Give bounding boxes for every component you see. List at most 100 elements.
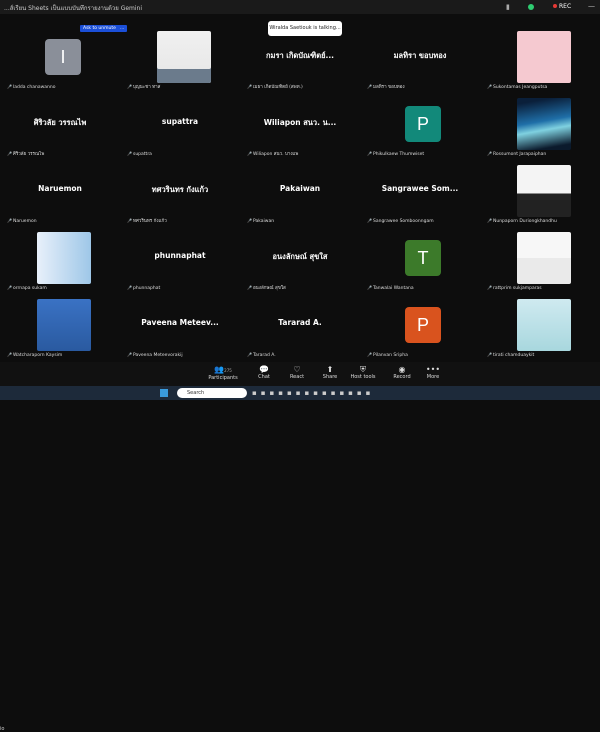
recording-indicator[interactable]: REC (553, 3, 571, 10)
participant-name: supattra (161, 117, 199, 126)
participant-label: Sangrawee Somboonngam (367, 218, 434, 224)
participant-name: ศิริวลัย วรรณไพ (33, 118, 87, 127)
participant-name: Sangrawee Som... (381, 184, 459, 193)
os-taskbar: Search ▪▪▪▪▪▪▪▪▪▪▪▪▪▪ (0, 386, 600, 400)
participant-label: บุญนะชา ทาส (127, 83, 160, 90)
participant-tile[interactable]: Nunpaporn Duriongkhandhu (480, 160, 600, 227)
more-icon: ••• (425, 365, 441, 374)
participant-label: Naruemon (7, 218, 37, 224)
participant-label: ศิริวลัย วรรณไพ (7, 150, 44, 157)
participant-label: Nunpaporn Duriongkhandhu (487, 218, 557, 224)
uniform-photo (517, 232, 571, 284)
taskbar-search[interactable]: Search (177, 388, 247, 398)
participant-label: Paveena Meteevorakij (127, 352, 183, 358)
participant-label: Pilanvan Sripha (367, 352, 408, 358)
participant-name: Wiliapon สนว. น... (263, 118, 337, 127)
shield-icon: ⛨ (360, 365, 366, 374)
banner-photo (37, 232, 91, 284)
window-minimize-icon[interactable]: — (588, 2, 595, 10)
woman2-photo (37, 299, 91, 351)
windows-start-icon[interactable] (160, 389, 168, 397)
video-grid: Iladda chanawanno บุญนะชา ทาส กมรา เกิดบัณ… (0, 26, 600, 362)
participant-label: มลทิรา ขอบทอง (367, 83, 405, 90)
audio-label[interactable]: io (0, 726, 4, 732)
share-button[interactable]: ⬆ Share (312, 365, 348, 380)
participant-label: Sukontamas Jeangputsa (487, 84, 547, 90)
participant-tile[interactable]: Naruemon Naruemon (0, 160, 120, 227)
participant-label: Tararad A. (247, 352, 276, 358)
title-bar: ...ส์เรียน Sheets เป็นแบบบันทึกรายงานด้ว… (0, 0, 600, 14)
participant-tile[interactable]: Wiliapon สนว. น... Wiliapon สนว. บางแพ (240, 93, 360, 160)
participant-label: Phikulkaew Thumwiset (367, 151, 424, 157)
participant-name: กมรา เกิดบัณฑิตย์... (265, 51, 335, 60)
participant-name: ทศวรินทร กังแก้ว (151, 185, 209, 194)
participant-tile[interactable]: Tararad A. Tararad A. (240, 294, 360, 361)
participant-tile[interactable]: Pakaiwan Pakaiwan (240, 160, 360, 227)
react-button[interactable]: ♡ React (279, 365, 315, 380)
man-photo (157, 31, 211, 83)
participant-label: Pakaiwan (247, 218, 274, 224)
participant-label: Tanwalai Wantana (367, 285, 414, 291)
participant-label: supattra (127, 151, 152, 157)
participant-label: อนงลักษณ์ สุขใส (247, 284, 286, 291)
participant-name: Pakaiwan (279, 184, 321, 193)
woman-photo (517, 165, 571, 217)
chat-button[interactable]: 💬 Chat (246, 365, 282, 380)
participant-tile[interactable]: P Phikulkaew Thumwiset (360, 93, 480, 160)
participant-tile[interactable]: มลทิรา ขอบทองมลทิรา ขอบทอง (360, 26, 480, 93)
participant-tile[interactable]: Watcharaporn Kaysim (0, 294, 120, 361)
taskbar-apps[interactable]: ▪▪▪▪▪▪▪▪▪▪▪▪▪▪ (252, 389, 374, 397)
participant-avatar: P (405, 106, 441, 142)
participant-tile[interactable]: phunnaphat phunnaphat (120, 227, 240, 294)
participant-avatar: P (405, 307, 441, 343)
participant-label: rattprim sukjamparas (487, 285, 542, 291)
participant-tile[interactable]: Sangrawee Som... Sangrawee Somboonngam (360, 160, 480, 227)
participant-label: ladda chanawanno (7, 84, 56, 90)
participant-tile[interactable]: Iladda chanawanno (0, 26, 120, 93)
participant-label: Rossumont Jarapaiphan (487, 151, 546, 157)
participant-label: orrnapa sukam (7, 285, 47, 291)
participant-avatar: T (405, 240, 441, 276)
participant-tile[interactable]: ศิริวลัย วรรณไพศิริวลัย วรรณไพ (0, 93, 120, 160)
seal-photo (517, 299, 571, 351)
participants-icon: 👥275 (214, 365, 232, 374)
more-button[interactable]: ••• More (415, 365, 451, 380)
participant-name: Tararad A. (278, 318, 322, 327)
participant-tile[interactable]: Sukontamas Jeangputsa (480, 26, 600, 93)
aurora-photo (517, 98, 571, 150)
participant-tile[interactable]: orrnapa sukam (0, 227, 120, 294)
participant-label: ทศวรินทร กังแก้ว (127, 217, 167, 224)
participants-button[interactable]: 👥275 Participants (205, 365, 241, 381)
participant-tile[interactable]: Rossumont Jarapaiphan (480, 93, 600, 160)
participant-tile[interactable]: กมรา เกิดบัณฑิตย์... เมธา เกิดบัณฑิตย์ (ส… (240, 26, 360, 93)
participant-tile[interactable]: tirati chamduaykit (480, 294, 600, 361)
share-icon: ⬆ (326, 365, 334, 374)
more-options-button[interactable]: ... (117, 25, 128, 32)
participant-label: Watcharaporn Kaysim (7, 352, 62, 358)
heart-icon: ♡ (293, 365, 301, 374)
chat-icon: 💬 (259, 365, 269, 374)
participant-name: อนงลักษณ์ สุขใส (272, 252, 328, 261)
participant-name: Naruemon (38, 184, 82, 193)
participant-label: เมธา เกิดบัณฑิตย์ (สพท.) (247, 83, 303, 90)
participant-tile[interactable]: rattprim sukjamparas (480, 227, 600, 294)
participant-name: Paveena Meteev... (141, 318, 219, 327)
participant-tile[interactable]: P Pilanvan Sripha (360, 294, 480, 361)
participant-name: มลทิรา ขอบทอง (393, 51, 447, 60)
participant-tile[interactable]: ทศวรินทร กังแก้วทศวรินทร กังแก้ว (120, 160, 240, 227)
meeting-toolbar: io 👥275 Participants 💬 Chat ♡ React ⬆ Sh… (0, 362, 600, 732)
cartoon-photo (517, 31, 571, 83)
host-tools-button[interactable]: ⛨ Host tools (345, 365, 381, 380)
participant-tile[interactable]: บุญนะชา ทาส (120, 26, 240, 93)
security-shield-icon (528, 4, 534, 10)
options-icon[interactable]: ▮ (506, 3, 510, 11)
participant-label: Wiliapon สนว. บางแพ (247, 150, 298, 157)
participant-tile[interactable]: Paveena Meteev... Paveena Meteevorakij (120, 294, 240, 361)
participant-label: phunnaphat (127, 285, 160, 291)
participant-name: phunnaphat (154, 251, 206, 260)
participant-tile[interactable]: อนงลักษณ์ สุขใสอนงลักษณ์ สุขใส (240, 227, 360, 294)
ask-to-unmute-button[interactable]: Ask to unmute (80, 25, 119, 32)
participant-tile[interactable]: T Tanwalai Wantana (360, 227, 480, 294)
window-title: ...ส์เรียน Sheets เป็นแบบบันทึกรายงานด้ว… (4, 5, 143, 12)
participant-tile[interactable]: supattra supattra (120, 93, 240, 160)
